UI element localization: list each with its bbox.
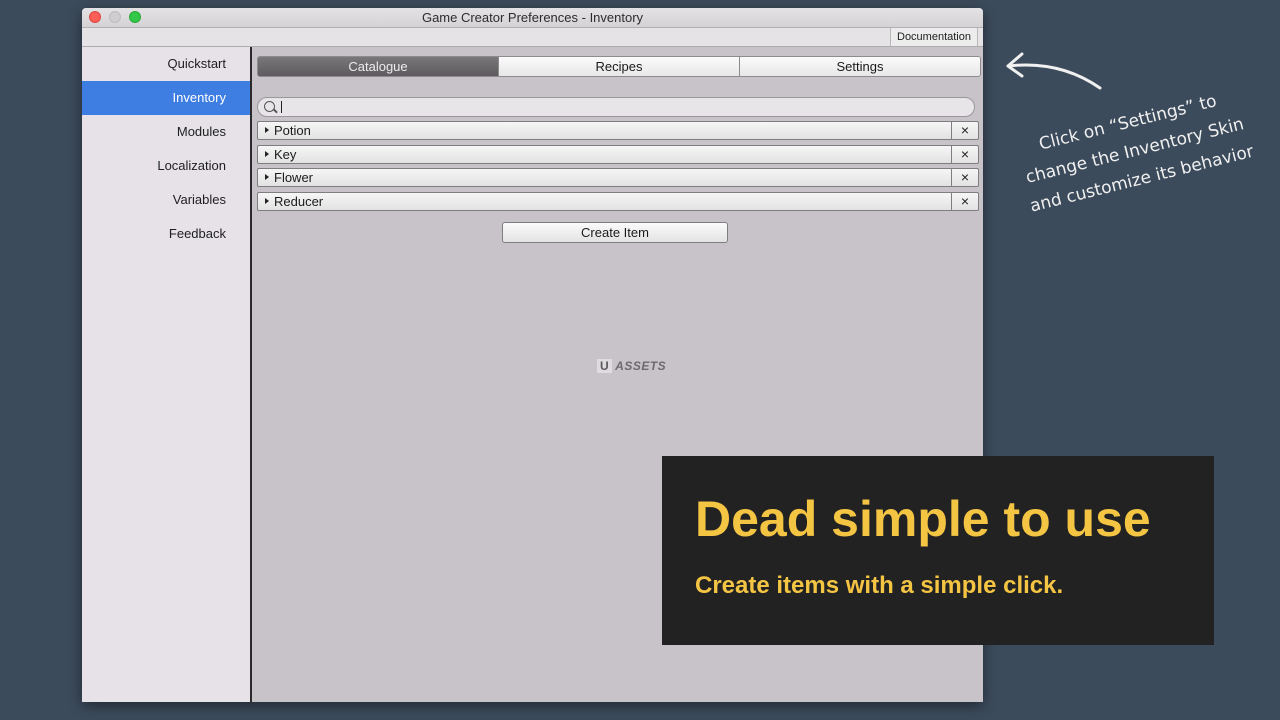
disclosure-triangle-icon[interactable] [265,197,269,204]
sidebar-item-feedback[interactable]: Feedback [82,217,250,251]
sidebar-item-modules[interactable]: Modules [82,115,250,149]
watermark-u: U [597,359,613,373]
search-field[interactable] [257,97,975,117]
curved-arrow-icon [1006,52,1102,90]
documentation-button[interactable]: Documentation [890,28,978,46]
search-icon [264,101,275,112]
tab-bar: Catalogue Recipes Settings [257,56,981,77]
list-item[interactable]: Potion × [257,121,979,140]
item-label: Flower [274,170,314,186]
sidebar-item-variables[interactable]: Variables [82,183,250,217]
item-list: Potion × Key × Flower × Reducer × [257,121,979,215]
toolbar: Documentation [82,28,983,47]
list-item[interactable]: Flower × [257,168,979,188]
promo-overlay: Dead simple to use Create items with a s… [662,456,1214,645]
settings-annotation: Click on “Settings” to change the Invent… [1003,79,1267,224]
tab-recipes[interactable]: Recipes [498,57,739,76]
sidebar-item-localization[interactable]: Localization [82,149,250,183]
tab-settings[interactable]: Settings [739,57,980,76]
search-input[interactable] [284,98,964,116]
delete-item-button[interactable]: × [951,145,978,163]
item-label: Reducer [274,193,324,209]
text-caret [281,101,282,113]
uassets-watermark: U ASSETS [597,359,666,373]
title-bar[interactable]: Game Creator Preferences - Inventory [82,8,983,28]
watermark-text: ASSETS [615,359,667,373]
disclosure-triangle-icon[interactable] [265,150,269,157]
list-item[interactable]: Reducer × [257,191,979,211]
item-label: Potion [274,123,311,138]
sidebar-item-quickstart[interactable]: Quickstart [82,47,250,81]
sidebar: Quickstart Inventory Modules Localizatio… [82,47,252,702]
tab-catalogue[interactable]: Catalogue [258,57,498,76]
sidebar-item-inventory[interactable]: Inventory [82,81,250,115]
delete-item-button[interactable]: × [951,122,978,139]
create-item-button[interactable]: Create Item [502,222,728,243]
list-item[interactable]: Key × [257,144,979,164]
disclosure-triangle-icon[interactable] [265,174,269,181]
delete-item-button[interactable]: × [951,192,978,210]
delete-item-button[interactable]: × [951,169,978,187]
window-title: Game Creator Preferences - Inventory [421,10,644,25]
promo-title: Dead simple to use [695,491,1151,547]
disclosure-triangle-icon[interactable] [265,127,269,133]
promo-subtitle: Create items with a simple click. [695,572,1064,599]
item-label: Key [274,146,297,162]
